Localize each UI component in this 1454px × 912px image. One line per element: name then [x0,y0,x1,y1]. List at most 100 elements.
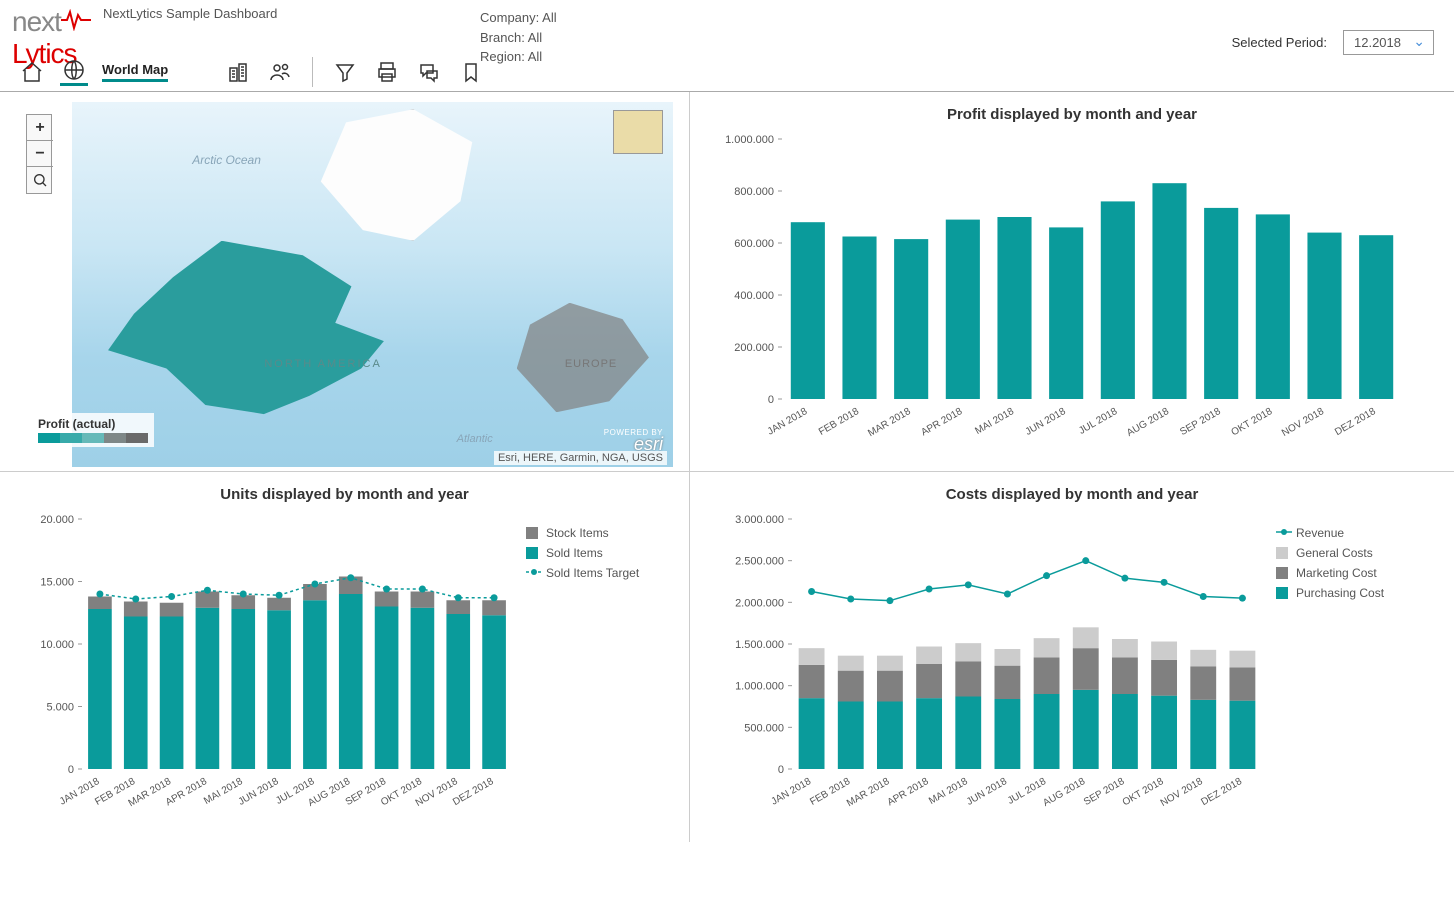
chart-title-profit: Profit displayed by month and year [702,106,1442,123]
svg-text:1.000.000: 1.000.000 [725,134,774,146]
svg-text:JUL 2018: JUL 2018 [1077,406,1120,437]
svg-text:0: 0 [768,394,774,406]
svg-text:JUN 2018: JUN 2018 [1024,406,1068,438]
svg-text:OKT 2018: OKT 2018 [1121,776,1166,808]
chart-costs[interactable]: 0 500.000 1.000.000 1.500.000 2.000.000 2.500… [702,509,1422,829]
svg-text:400.000: 400.000 [734,290,774,302]
filter-region: Region: All [480,47,557,67]
zoom-home-button[interactable] [27,167,53,193]
svg-text:NOV 2018: NOV 2018 [1159,776,1205,809]
svg-text:APR 2018: APR 2018 [886,776,931,809]
map-region-greenland [312,109,480,240]
svg-text:600.000: 600.000 [734,238,774,250]
buildings-icon[interactable] [224,58,252,86]
svg-text:MAI 2018: MAI 2018 [973,406,1016,437]
globe-icon[interactable] [60,58,88,86]
svg-text:Sold Items: Sold Items [546,546,603,560]
svg-text:General Costs: General Costs [1296,546,1373,560]
filter-company: Company: All [480,8,557,28]
svg-text:20.000: 20.000 [40,514,74,526]
svg-text:SEP 2018: SEP 2018 [1082,776,1127,808]
svg-text:DEZ 2018: DEZ 2018 [451,776,496,808]
map-label-eu: EUROPE [565,358,617,370]
map-label-na: NORTH AMERICA [264,358,381,370]
map-legend-title: Profit (actual) [38,417,148,431]
svg-text:10.000: 10.000 [40,639,74,651]
svg-text:2.000.000: 2.000.000 [735,597,784,609]
print-icon[interactable] [373,58,401,86]
toolbar-separator [312,57,313,87]
people-icon[interactable] [266,58,294,86]
svg-text:2.500.000: 2.500.000 [735,556,784,568]
svg-text:0: 0 [778,764,784,776]
svg-text:3.000.000: 3.000.000 [735,514,784,526]
map-region-north-america[interactable] [108,241,433,424]
zoom-out-button[interactable]: − [27,141,53,167]
home-icon[interactable] [18,58,46,86]
main-toolbar: World Map [18,57,485,87]
svg-text:JAN 2018: JAN 2018 [766,406,810,438]
chart-title-units: Units displayed by month and year [12,486,677,503]
svg-text:APR 2018: APR 2018 [164,776,209,809]
svg-text:0: 0 [68,764,74,776]
svg-text:800.000: 800.000 [734,186,774,198]
svg-text:MAR 2018: MAR 2018 [845,776,892,809]
svg-text:15.000: 15.000 [40,577,74,589]
map-minimap[interactable] [613,110,663,154]
svg-text:5.000: 5.000 [46,702,74,714]
svg-text:MAI 2018: MAI 2018 [927,776,970,807]
panel-map: + − Arctic Ocean NORTH AMERICA EUROPE At… [0,92,690,472]
svg-text:500.000: 500.000 [744,722,784,734]
svg-text:AUG 2018: AUG 2018 [1125,406,1171,439]
period-label: Selected Period: [1232,35,1327,50]
svg-text:Revenue: Revenue [1296,526,1344,540]
filter-branch: Branch: All [480,28,557,48]
panel-costs: Costs displayed by month and year 0 500.0… [690,472,1454,842]
svg-text:Sold Items Target: Sold Items Target [546,566,640,580]
svg-text:OKT 2018: OKT 2018 [1230,406,1275,438]
dashboard-title: NextLytics Sample Dashboard [103,6,277,23]
chart-title-costs: Costs displayed by month and year [702,486,1442,503]
logo-next: next [12,6,61,37]
svg-text:MAR 2018: MAR 2018 [866,406,913,439]
map-label-arctic: Arctic Ocean [192,153,261,167]
svg-text:FEB 2018: FEB 2018 [817,406,861,438]
panel-profit: Profit displayed by month and year 0 200.… [690,92,1454,472]
svg-text:Purchasing Cost: Purchasing Cost [1296,586,1385,600]
map-attribution: Esri, HERE, Garmin, NGA, USGS [494,451,667,465]
map-label-atlantic: Atlantic [457,433,493,445]
svg-text:NOV 2018: NOV 2018 [1280,406,1326,439]
header-bar: next Lytics NextLytics Sample Dashboard … [0,0,1454,92]
chat-icon[interactable] [415,58,443,86]
dashboard-body: + − Arctic Ocean NORTH AMERICA EUROPE At… [0,92,1454,842]
svg-text:JUN 2018: JUN 2018 [965,776,1009,808]
svg-text:200.000: 200.000 [734,342,774,354]
svg-text:DEZ 2018: DEZ 2018 [1199,776,1244,808]
svg-text:AUG 2018: AUG 2018 [1041,776,1087,809]
filter-icon[interactable] [331,58,359,86]
map-legend: Profit (actual) [32,413,154,447]
svg-text:1.000.000: 1.000.000 [735,681,784,693]
svg-text:APR 2018: APR 2018 [919,406,964,439]
zoom-in-button[interactable]: + [27,115,53,141]
svg-text:SEP 2018: SEP 2018 [1178,406,1223,438]
world-map-canvas[interactable]: Arctic Ocean NORTH AMERICA EUROPE Atlant… [72,102,673,467]
svg-text:Marketing Cost: Marketing Cost [1296,566,1377,580]
bookmark-icon[interactable] [457,58,485,86]
pulse-icon [61,9,91,31]
svg-text:DEZ 2018: DEZ 2018 [1333,406,1378,438]
tab-world-map[interactable]: World Map [102,62,168,82]
chart-profit[interactable]: 0 200.000 400.000 600.000 800.000 1.000.000 JA… [702,129,1422,459]
period-value: 12.2018 [1354,35,1401,50]
chart-units[interactable]: 05.00010.00015.00020.000JAN 2018FEB 2018… [12,509,672,829]
map-zoom-controls: + − [26,114,52,194]
svg-text:Stock Items: Stock Items [546,526,609,540]
map-legend-ramp [38,433,148,443]
period-selector: Selected Period: 12.2018 [1232,30,1434,55]
svg-text:1.500.000: 1.500.000 [735,639,784,651]
panel-units: Units displayed by month and year 0 5.000… [0,472,690,842]
global-filters: Company: All Branch: All Region: All [480,8,557,67]
period-dropdown[interactable]: 12.2018 [1343,30,1434,55]
svg-text:JAN 2018: JAN 2018 [770,776,814,808]
svg-text:JUN 2018: JUN 2018 [237,776,281,808]
